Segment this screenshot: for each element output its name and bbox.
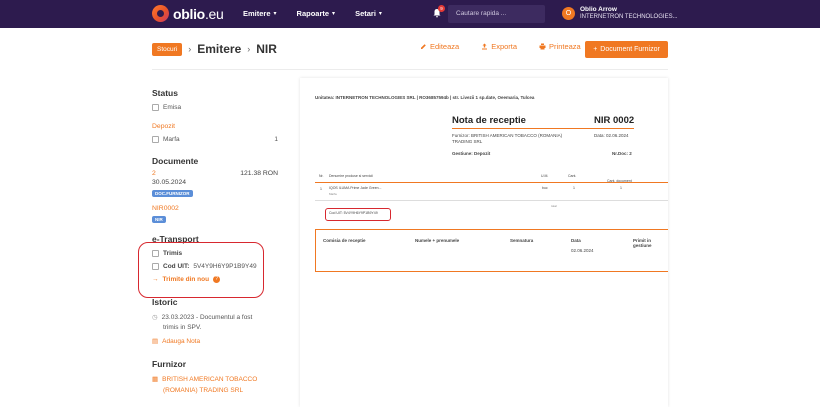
doc-unit-line: Unitatea: INTERNETRON TECHNOLOGIES SRL |… (315, 95, 535, 100)
top-navigation-bar: oblio.eu Emitere ▾ Rapoarte ▾ Setari ▾ 9 Ca… (0, 0, 820, 28)
breadcrumb: Stocuri › Emitere › NIR (152, 42, 277, 56)
doc-number: NIR 0002 (594, 115, 635, 126)
print-button[interactable]: Printeaza (539, 42, 581, 51)
istoric-entry-line1: 23.03.2023 - Documentul a fost (161, 313, 253, 321)
sig-semnatura: Semnatura (510, 238, 534, 243)
row-total: total (551, 204, 557, 208)
istoric-entry-line2: trimis in SPV. (163, 324, 202, 331)
marfa-count: 1 (274, 136, 278, 143)
print-icon (539, 43, 546, 50)
note-icon: ▤ (152, 338, 159, 345)
plus-icon: + (593, 46, 598, 53)
checkbox-icon (152, 104, 159, 111)
main-nav: Emitere ▾ Rapoarte ▾ Setari ▾ (243, 9, 382, 18)
notification-count-badge: 9 (438, 5, 445, 12)
chevron-right-icon: › (188, 44, 192, 54)
doc-furnizor-2: TRADING SRL (452, 139, 483, 144)
uit-code-highlight (325, 208, 391, 221)
user-avatar[interactable]: O (562, 7, 575, 20)
logo-suffix: .eu (204, 5, 224, 22)
chevron-down-icon: ▾ (273, 11, 277, 17)
user-name[interactable]: Oblio Arrow (580, 6, 617, 13)
doc-nrdoc: Nr.Doc: 2 (612, 151, 632, 156)
row-cant: 1 (573, 186, 575, 190)
building-icon: ▦ (152, 376, 159, 383)
col-nr: Nr. (319, 174, 324, 178)
notifications-button[interactable]: 9 (432, 5, 445, 18)
doc-amount: 121.38 RON (240, 170, 278, 177)
doc-title: Nota de receptie (452, 115, 526, 126)
doc-furnizor-badge: DOC.FURNIZOR (152, 190, 193, 197)
quick-search-input[interactable]: Cautare rapida ... (448, 5, 545, 23)
col-um: U.M. (541, 174, 549, 178)
export-button[interactable]: Exporta (481, 42, 517, 51)
nir-badge: NIR (152, 216, 166, 223)
row-um: buc (542, 186, 548, 190)
doc-furnizor: Furnizor: BRITISH AMERICAN TOBACCO (ROMA… (452, 133, 563, 138)
edit-icon (421, 44, 426, 49)
add-note-button[interactable]: ▤ Adauga Nota (152, 337, 282, 346)
edit-button[interactable]: Editeaza (420, 42, 459, 51)
sig-comisia: Comisia de receptie (323, 238, 366, 243)
nir-link[interactable]: NIR0002 (152, 205, 282, 212)
depozit-link[interactable]: Depozit (152, 123, 282, 130)
sig-primit: Primit in gestiune (633, 238, 652, 248)
sig-data: Data (571, 238, 581, 243)
furnizor-title: Furnizor (152, 359, 186, 369)
warehouse-icon (152, 136, 159, 143)
nav-setari[interactable]: Setari ▾ (355, 9, 382, 18)
page-title: NIR (256, 42, 277, 56)
furnizor-line2[interactable]: (ROMANIA) TRADING SRL (163, 387, 282, 394)
istoric-title: Istoric (152, 297, 178, 307)
header-divider (152, 69, 668, 70)
row-nr: 1 (320, 187, 322, 191)
col-denumire: Denumire produse si servicii (329, 174, 373, 178)
add-supplier-document-button[interactable]: + Document Furnizor (585, 41, 668, 58)
document-info-panel: Status Emisa Depozit Marfa 1 Documente 2… (152, 88, 282, 394)
marfa-label: Marfa (163, 136, 180, 143)
row-cant-doc: 1 (620, 186, 622, 190)
documente-title: Documente (152, 156, 199, 166)
sig-date-value: 02.06.2024 (571, 248, 594, 253)
furnizor-link[interactable]: ▦ BRITISH AMERICAN TOBACCO (152, 375, 282, 384)
etransport-highlight (138, 242, 264, 298)
sig-nume: Numele + prenumele (415, 238, 460, 243)
user-company[interactable]: INTERNETRON TECHNOLOGIES... (580, 14, 678, 20)
export-icon (482, 43, 488, 50)
chevron-down-icon: ▾ (332, 11, 336, 17)
col-cant: Cant. (568, 174, 577, 178)
nir-document-preview: Unitatea: INTERNETRON TECHNOLOGIES SRL |… (300, 78, 668, 407)
status-value: Emisa (163, 104, 182, 111)
nav-rapoarte[interactable]: Rapoarte ▾ (297, 9, 336, 18)
chevron-down-icon: ▾ (378, 11, 382, 17)
logo-main: oblio (173, 5, 205, 22)
logo-icon (152, 5, 169, 22)
doc-number-link[interactable]: 2 (152, 170, 156, 177)
row-name: IQOS ILUMA Prime Jade Green... (329, 186, 382, 190)
row-sub: Marfa (329, 192, 337, 196)
doc-date: Data: 02.06.2024 (594, 133, 629, 138)
breadcrumb-emitere[interactable]: Emitere (197, 42, 241, 56)
clock-icon: ◷ (152, 314, 158, 321)
status-title: Status (152, 88, 178, 98)
doc-date: 30.05.2024 (152, 179, 187, 186)
nav-emitere[interactable]: Emitere ▾ (243, 9, 277, 18)
doc-gestiune: Gestiune: Depozit (452, 151, 491, 156)
oblio-logo[interactable]: oblio.eu (152, 5, 224, 22)
chevron-right-icon: › (247, 44, 251, 54)
breadcrumb-stocuri-badge[interactable]: Stocuri (152, 42, 183, 56)
document-actions: Editeaza Exporta Printeaza (420, 42, 581, 51)
